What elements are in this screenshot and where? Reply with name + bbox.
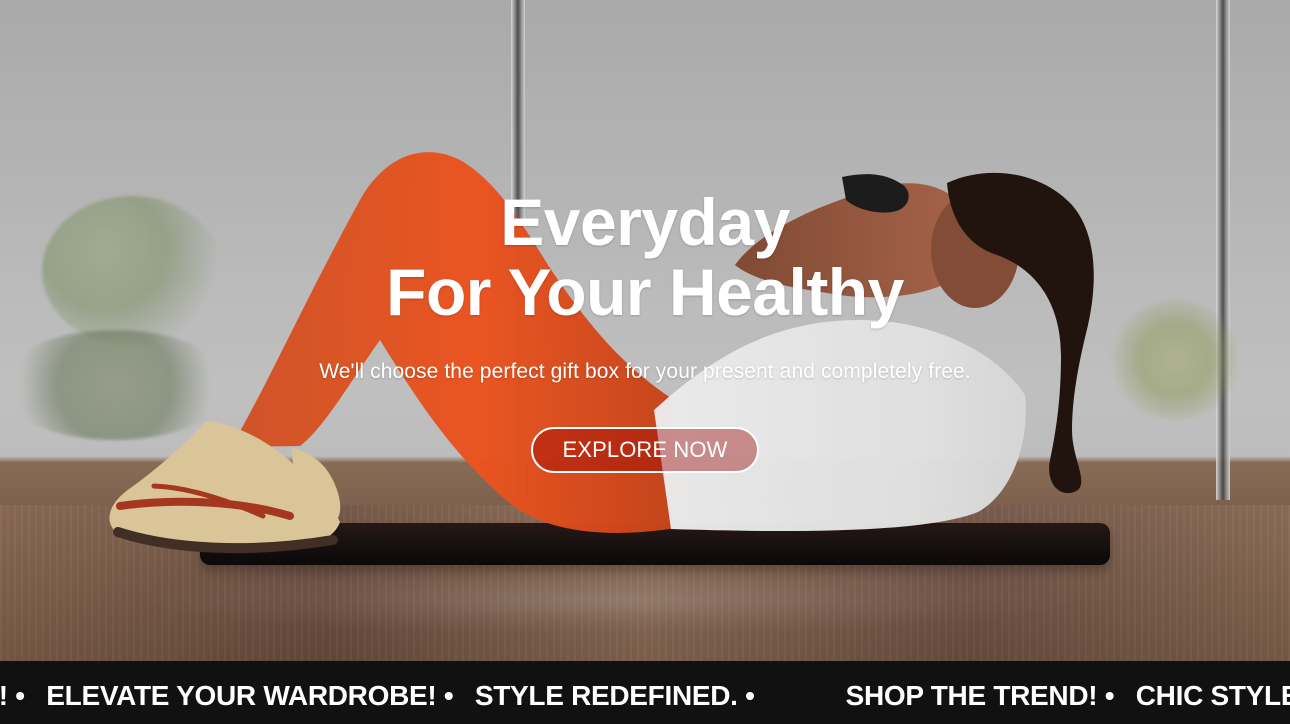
- ticker-item: ELEVATE YOUR WARDROBE! •: [46, 680, 454, 711]
- explore-now-button[interactable]: EXPLORE NOW: [531, 427, 759, 473]
- hero-title-line-2: For Your Healthy: [386, 255, 904, 329]
- ticker-item: CHIC STYLES AV: [1135, 680, 1290, 711]
- ticker-track: T! • ELEVATE YOUR WARDROBE! • STYLE REDE…: [0, 681, 1290, 711]
- hero-content: Everyday For Your Healthy We'll choose t…: [0, 187, 1290, 473]
- ticker-item: T! •: [0, 680, 25, 711]
- hero-title: Everyday For Your Healthy: [0, 187, 1290, 327]
- hero-subtitle: We'll choose the perfect gift box for yo…: [319, 360, 971, 383]
- hero-banner: Everyday For Your Healthy We'll choose t…: [0, 0, 1290, 661]
- promo-ticker: T! • ELEVATE YOUR WARDROBE! • STYLE REDE…: [0, 661, 1290, 724]
- ticker-item: SHOP THE TREND! •: [845, 680, 1115, 711]
- ticker-item: STYLE REDEFINED. •: [474, 680, 755, 711]
- hero-title-line-1: Everyday: [500, 185, 790, 259]
